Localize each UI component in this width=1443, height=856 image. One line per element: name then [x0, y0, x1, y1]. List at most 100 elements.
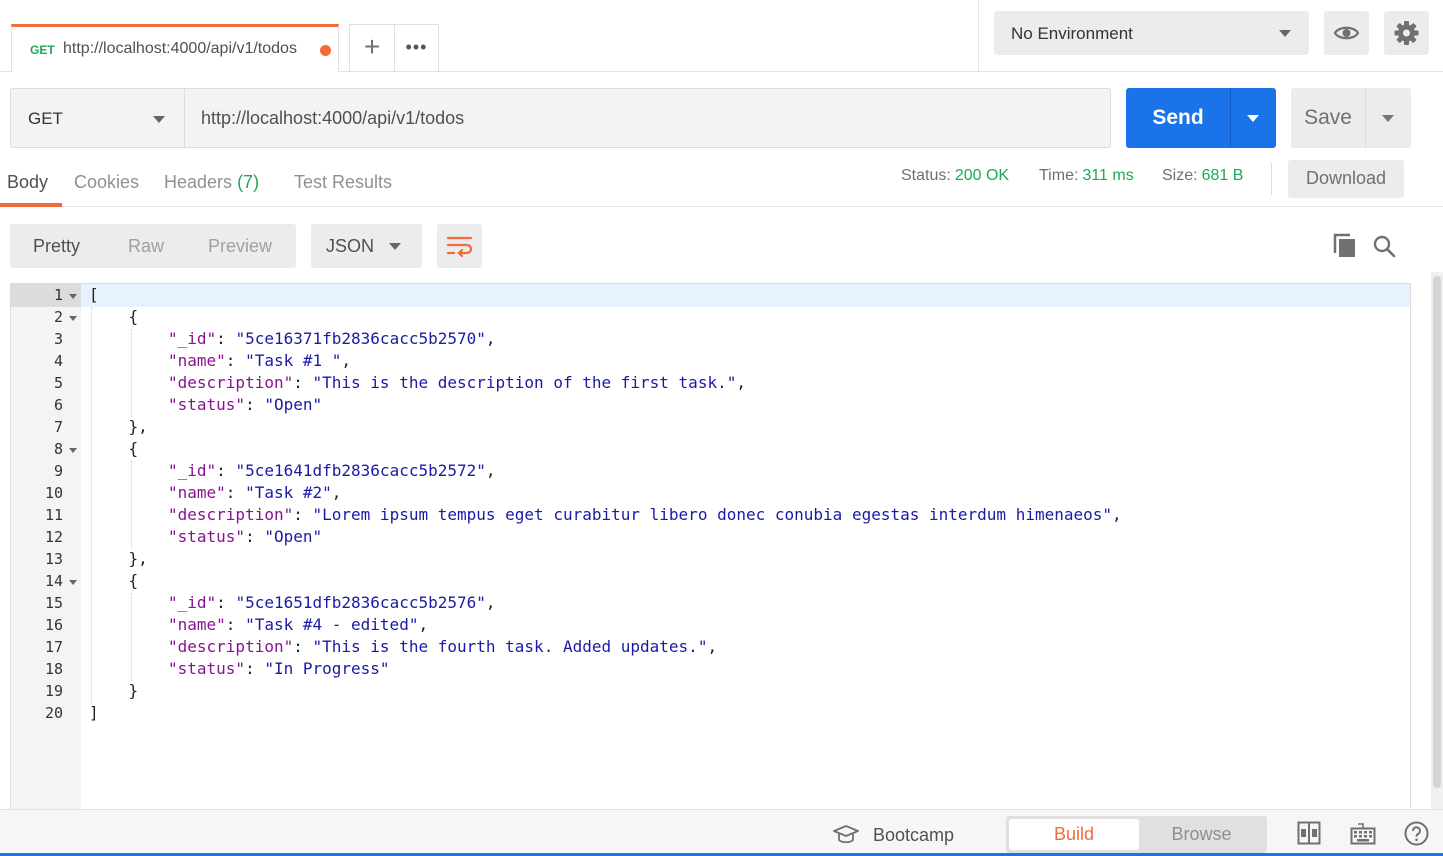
tab-test-results[interactable]: Test Results — [294, 172, 392, 193]
json-punctuation: , — [418, 615, 429, 634]
json-key: "name" — [168, 615, 226, 634]
line-number: 17 — [44, 638, 63, 656]
tab-cookies[interactable]: Cookies — [74, 172, 139, 193]
send-button[interactable]: Send — [1126, 88, 1230, 148]
copy-button[interactable] — [1332, 232, 1358, 260]
json-punctuation: ] — [89, 703, 99, 722]
graduation-cap-icon — [833, 825, 859, 844]
help-button[interactable] — [1404, 821, 1429, 846]
line-number: 1 — [53, 286, 63, 304]
fold-arrow-icon[interactable] — [69, 316, 77, 321]
two-pane-view-button[interactable] — [1297, 821, 1321, 845]
view-raw-button[interactable]: Raw — [128, 236, 164, 257]
build-mode-button[interactable]: Build — [1009, 819, 1139, 850]
method-select-label: GET — [28, 109, 63, 128]
line-number: 19 — [44, 682, 63, 700]
active-tab-indicator — [0, 203, 62, 207]
json-punctuation: : — [293, 373, 313, 392]
json-string: "Task #2" — [245, 483, 332, 502]
response-body-editor[interactable]: 1 [2 {3 "_id": "5ce16371fb2836cacc5b2570", 4… — [10, 283, 1411, 809]
format-select-label: JSON — [326, 236, 375, 256]
line-number: 15 — [44, 594, 63, 612]
json-key: "name" — [168, 351, 226, 370]
wrap-lines-button[interactable] — [437, 224, 482, 268]
fold-arrow-icon[interactable] — [69, 294, 77, 299]
view-preview-button[interactable]: Preview — [208, 236, 272, 257]
json-string: "5ce1641dfb2836cacc5b2572" — [235, 461, 486, 480]
code-line: "status": "Open" — [168, 527, 322, 546]
json-punctuation: { — [128, 439, 139, 458]
indent-guide — [91, 307, 92, 703]
line-number: 7 — [53, 418, 63, 436]
view-pretty-button[interactable]: Pretty — [33, 236, 80, 257]
json-key: "_id" — [168, 461, 217, 480]
new-tab-button[interactable]: + — [349, 24, 395, 72]
code-line: "_id": "5ce16371fb2836cacc5b2570", — [168, 329, 496, 348]
format-select[interactable]: JSON — [311, 224, 422, 268]
response-size[interactable]: Size: 681 B — [1162, 167, 1243, 185]
size-value: 681 B — [1201, 167, 1244, 184]
eye-icon — [1333, 26, 1360, 40]
send-options-button[interactable] — [1230, 88, 1276, 148]
json-punctuation: : — [225, 615, 246, 634]
code-line: "description": "This is the description … — [168, 373, 746, 392]
more-tabs-button[interactable]: ••• — [395, 24, 439, 72]
request-tab[interactable]: GET http://localhost:4000/api/v1/todos — [11, 24, 339, 72]
code-line: [ — [89, 285, 99, 304]
line-number: 3 — [53, 330, 63, 348]
environment-select-label: No Environment — [1011, 24, 1133, 43]
scrollbar-thumb[interactable] — [1433, 276, 1441, 788]
json-punctuation: , — [485, 593, 496, 612]
json-punctuation: { — [128, 307, 139, 326]
download-button[interactable]: Download — [1288, 160, 1404, 198]
line-number: 5 — [53, 374, 63, 392]
response-time[interactable]: Time: 311 ms — [1039, 167, 1134, 185]
line-number: 11 — [44, 506, 63, 524]
environment-quick-look-button[interactable] — [1324, 11, 1369, 55]
json-punctuation: }, — [128, 549, 148, 568]
code-line: "description": "Lorem ipsum tempus eget … — [168, 505, 1122, 524]
json-string: "5ce1651dfb2836cacc5b2576" — [235, 593, 486, 612]
line-number: 18 — [44, 660, 63, 678]
vertical-scrollbar[interactable] — [1431, 272, 1443, 812]
json-string: "In Progress" — [264, 659, 390, 678]
tab-body[interactable]: Body — [7, 172, 48, 193]
environment-select[interactable]: No Environment — [994, 11, 1309, 55]
save-options-button[interactable] — [1365, 88, 1411, 148]
json-string: "This is the fourth task. Added updates.… — [312, 637, 708, 656]
search-button[interactable] — [1371, 232, 1397, 260]
line-number: 16 — [44, 616, 63, 634]
json-punctuation: : — [225, 351, 246, 370]
json-punctuation: , — [736, 373, 746, 392]
size-label: Size: — [1162, 167, 1198, 184]
code-line: } — [129, 681, 139, 700]
json-key: "_id" — [168, 593, 217, 612]
response-status[interactable]: Status: 200 OK — [901, 167, 1009, 185]
request-tab-url: http://localhost:4000/api/v1/todos — [63, 40, 297, 57]
fold-arrow-icon[interactable] — [69, 448, 77, 453]
tab-bar: GET http://localhost:4000/api/v1/todos +… — [0, 0, 1443, 72]
line-number: 8 — [53, 440, 63, 458]
json-punctuation: , — [485, 329, 496, 348]
method-select[interactable]: GET — [10, 88, 185, 148]
tab-headers[interactable]: Headers (7) — [164, 172, 259, 193]
url-input[interactable] — [184, 88, 1111, 148]
json-key: "description" — [168, 637, 294, 656]
line-number: 4 — [53, 352, 63, 370]
bootcamp-button[interactable]: Bootcamp — [833, 825, 954, 846]
browse-mode-button[interactable]: Browse — [1139, 819, 1264, 850]
code-line: "description": "This is the fourth task.… — [168, 637, 717, 656]
save-button[interactable]: Save — [1291, 88, 1365, 148]
json-punctuation: } — [128, 681, 139, 700]
settings-button[interactable] — [1384, 11, 1429, 55]
line-number: 20 — [44, 704, 63, 722]
line-number: 13 — [44, 550, 63, 568]
json-string: "This is the description of the first ta… — [312, 373, 737, 392]
json-key: "description" — [168, 373, 294, 392]
help-icon — [1404, 821, 1429, 846]
fold-arrow-icon[interactable] — [69, 580, 77, 585]
request-tab-method: GET — [30, 43, 55, 57]
json-string: "Task #1 " — [245, 351, 342, 370]
indent-guide — [130, 593, 132, 681]
keyboard-shortcuts-button[interactable] — [1350, 821, 1376, 845]
